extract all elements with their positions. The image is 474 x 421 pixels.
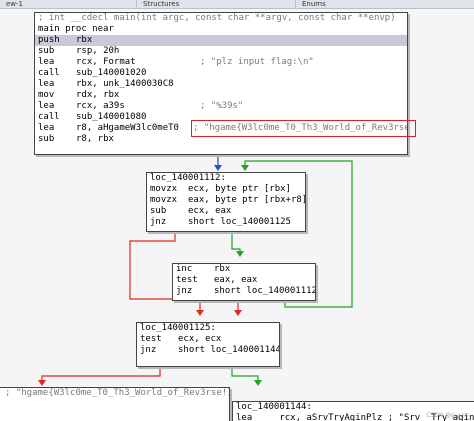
tab-bar: ew-1 Structures Enums (0, 0, 474, 9)
mnemonic: movzx (150, 195, 178, 205)
flag-string-comment: ; "hgame{W3lc0me_T0_Th3_World_of_Rev3rse… (5, 388, 229, 398)
edge-arrowhead (236, 251, 244, 257)
operands: eax, byte ptr [rbx+r8] (188, 195, 305, 205)
instruction-line[interactable]: movzx ecx, byte ptr [rbx] (147, 184, 305, 195)
instruction-line[interactable]: lea rcx, Format ; "plz input flag:\n" (35, 57, 407, 68)
operands: r8, rbx (76, 134, 114, 144)
operands: ecx, ecx (178, 334, 222, 344)
operands: eax, eax (214, 275, 258, 285)
mnemonic: lea (38, 101, 55, 111)
mnemonic: lea (38, 123, 55, 133)
operands: rbx (76, 35, 93, 45)
mnemonic: push (38, 35, 60, 45)
operands: sub_140001080 (76, 112, 147, 122)
operands: rcx, a39s (76, 101, 125, 111)
mnemonic: lea (38, 79, 55, 89)
edge-test-to-left (41, 366, 161, 384)
mnemonic: call (38, 112, 60, 122)
edge-arrowhead (254, 380, 262, 386)
operands: r8, aHgameW3lc0meT0 (76, 123, 179, 133)
edge-arrowhead (196, 310, 204, 316)
mnemonic: call (38, 68, 60, 78)
mnemonic: jnz (140, 345, 157, 355)
mnemonic: inc (176, 264, 193, 274)
operands: short loc_140001112 (214, 286, 315, 296)
tab-ida-view[interactable]: ew-1 (0, 0, 29, 8)
operands: rdx, rbx (76, 90, 120, 100)
instruction-line[interactable]: mov rdx, rbx (35, 90, 407, 101)
instruction-line[interactable]: push rbx (35, 35, 407, 46)
instruction-line[interactable]: jnz short loc_140001112 (173, 286, 315, 297)
watermark: CSDN @p.c.m (426, 412, 468, 419)
operands: ecx, eax (188, 206, 232, 216)
flag-highlight-box (191, 120, 416, 137)
instruction-line[interactable]: jnz short loc_140001144 (137, 345, 279, 356)
mnemonic: jnz (176, 286, 193, 296)
operands: rbx, unk_1400030C8 (76, 79, 174, 89)
mnemonic: sub (150, 206, 167, 216)
instruction-line[interactable]: sub rsp, 20h (35, 46, 407, 57)
mnemonic: jnz (150, 217, 167, 227)
test-block[interactable]: loc_140001125: test ecx, ecx jnz short loc… (136, 322, 280, 367)
operands: ecx, byte ptr [rbx] (188, 184, 291, 194)
edge-test-to-right (231, 366, 259, 384)
inc-block[interactable]: inc rbx test eax, eax jnz short loc_1400011… (172, 263, 316, 301)
instruction-line[interactable]: sub ecx, eax (147, 206, 305, 217)
operands: sub_140001020 (76, 68, 147, 78)
function-signature-comment: ; int __cdecl main(int argc, const char … (38, 13, 396, 23)
operands: rbx (214, 264, 231, 274)
edge-arrowhead (38, 380, 46, 386)
edge-arrowhead (234, 310, 242, 316)
block-label: loc_140001112: (150, 173, 226, 183)
mnemonic: sub (38, 134, 55, 144)
mnemonic: mov (38, 90, 55, 100)
comment: ; "%39s" (200, 101, 244, 111)
loop-block[interactable]: loc_140001112: movzx ecx, byte ptr [rbx] … (146, 172, 306, 232)
edge-arrowhead (214, 165, 222, 171)
edge-arrowhead (241, 165, 249, 171)
operands: short loc_140001144 (178, 345, 279, 355)
graph-canvas[interactable]: ; int __cdecl main(int argc, const char … (0, 9, 474, 421)
tab-structures[interactable]: Structures (136, 0, 185, 8)
instruction-line[interactable]: jnz short loc_140001125 (147, 217, 305, 228)
instruction-line[interactable]: lea rbx, unk_1400030C8 (35, 79, 407, 90)
instruction-line[interactable]: movzx eax, byte ptr [rbx+r8] (147, 195, 305, 206)
proc-declaration: main proc near (38, 24, 114, 34)
instruction-line[interactable]: test ecx, ecx (137, 334, 279, 345)
operands: rsp, 20h (76, 46, 120, 56)
tab-enums[interactable]: Enums (295, 0, 332, 8)
left-partial-block[interactable]: ; "hgame{W3lc0me_T0_Th3_World_of_Rev3rse… (0, 387, 230, 421)
mnemonic: sub (38, 46, 55, 56)
mnemonic: lea (38, 57, 55, 67)
operands: rcx, Format (76, 57, 136, 67)
instruction-line[interactable]: test eax, eax (173, 275, 315, 286)
mnemonic: movzx (150, 184, 178, 194)
instruction-line[interactable]: call sub_140001020 (35, 68, 407, 79)
comment: ; "plz input flag:\n" (200, 57, 314, 67)
mnemonic: test (140, 334, 162, 344)
operands: short loc_140001125 (188, 217, 291, 227)
block-label: loc_140001125: (140, 323, 216, 333)
instruction-line[interactable]: lea rcx, a39s ; "%39s" (35, 101, 407, 112)
instruction-line[interactable]: inc rbx (173, 264, 315, 275)
mnemonic: test (176, 275, 198, 285)
